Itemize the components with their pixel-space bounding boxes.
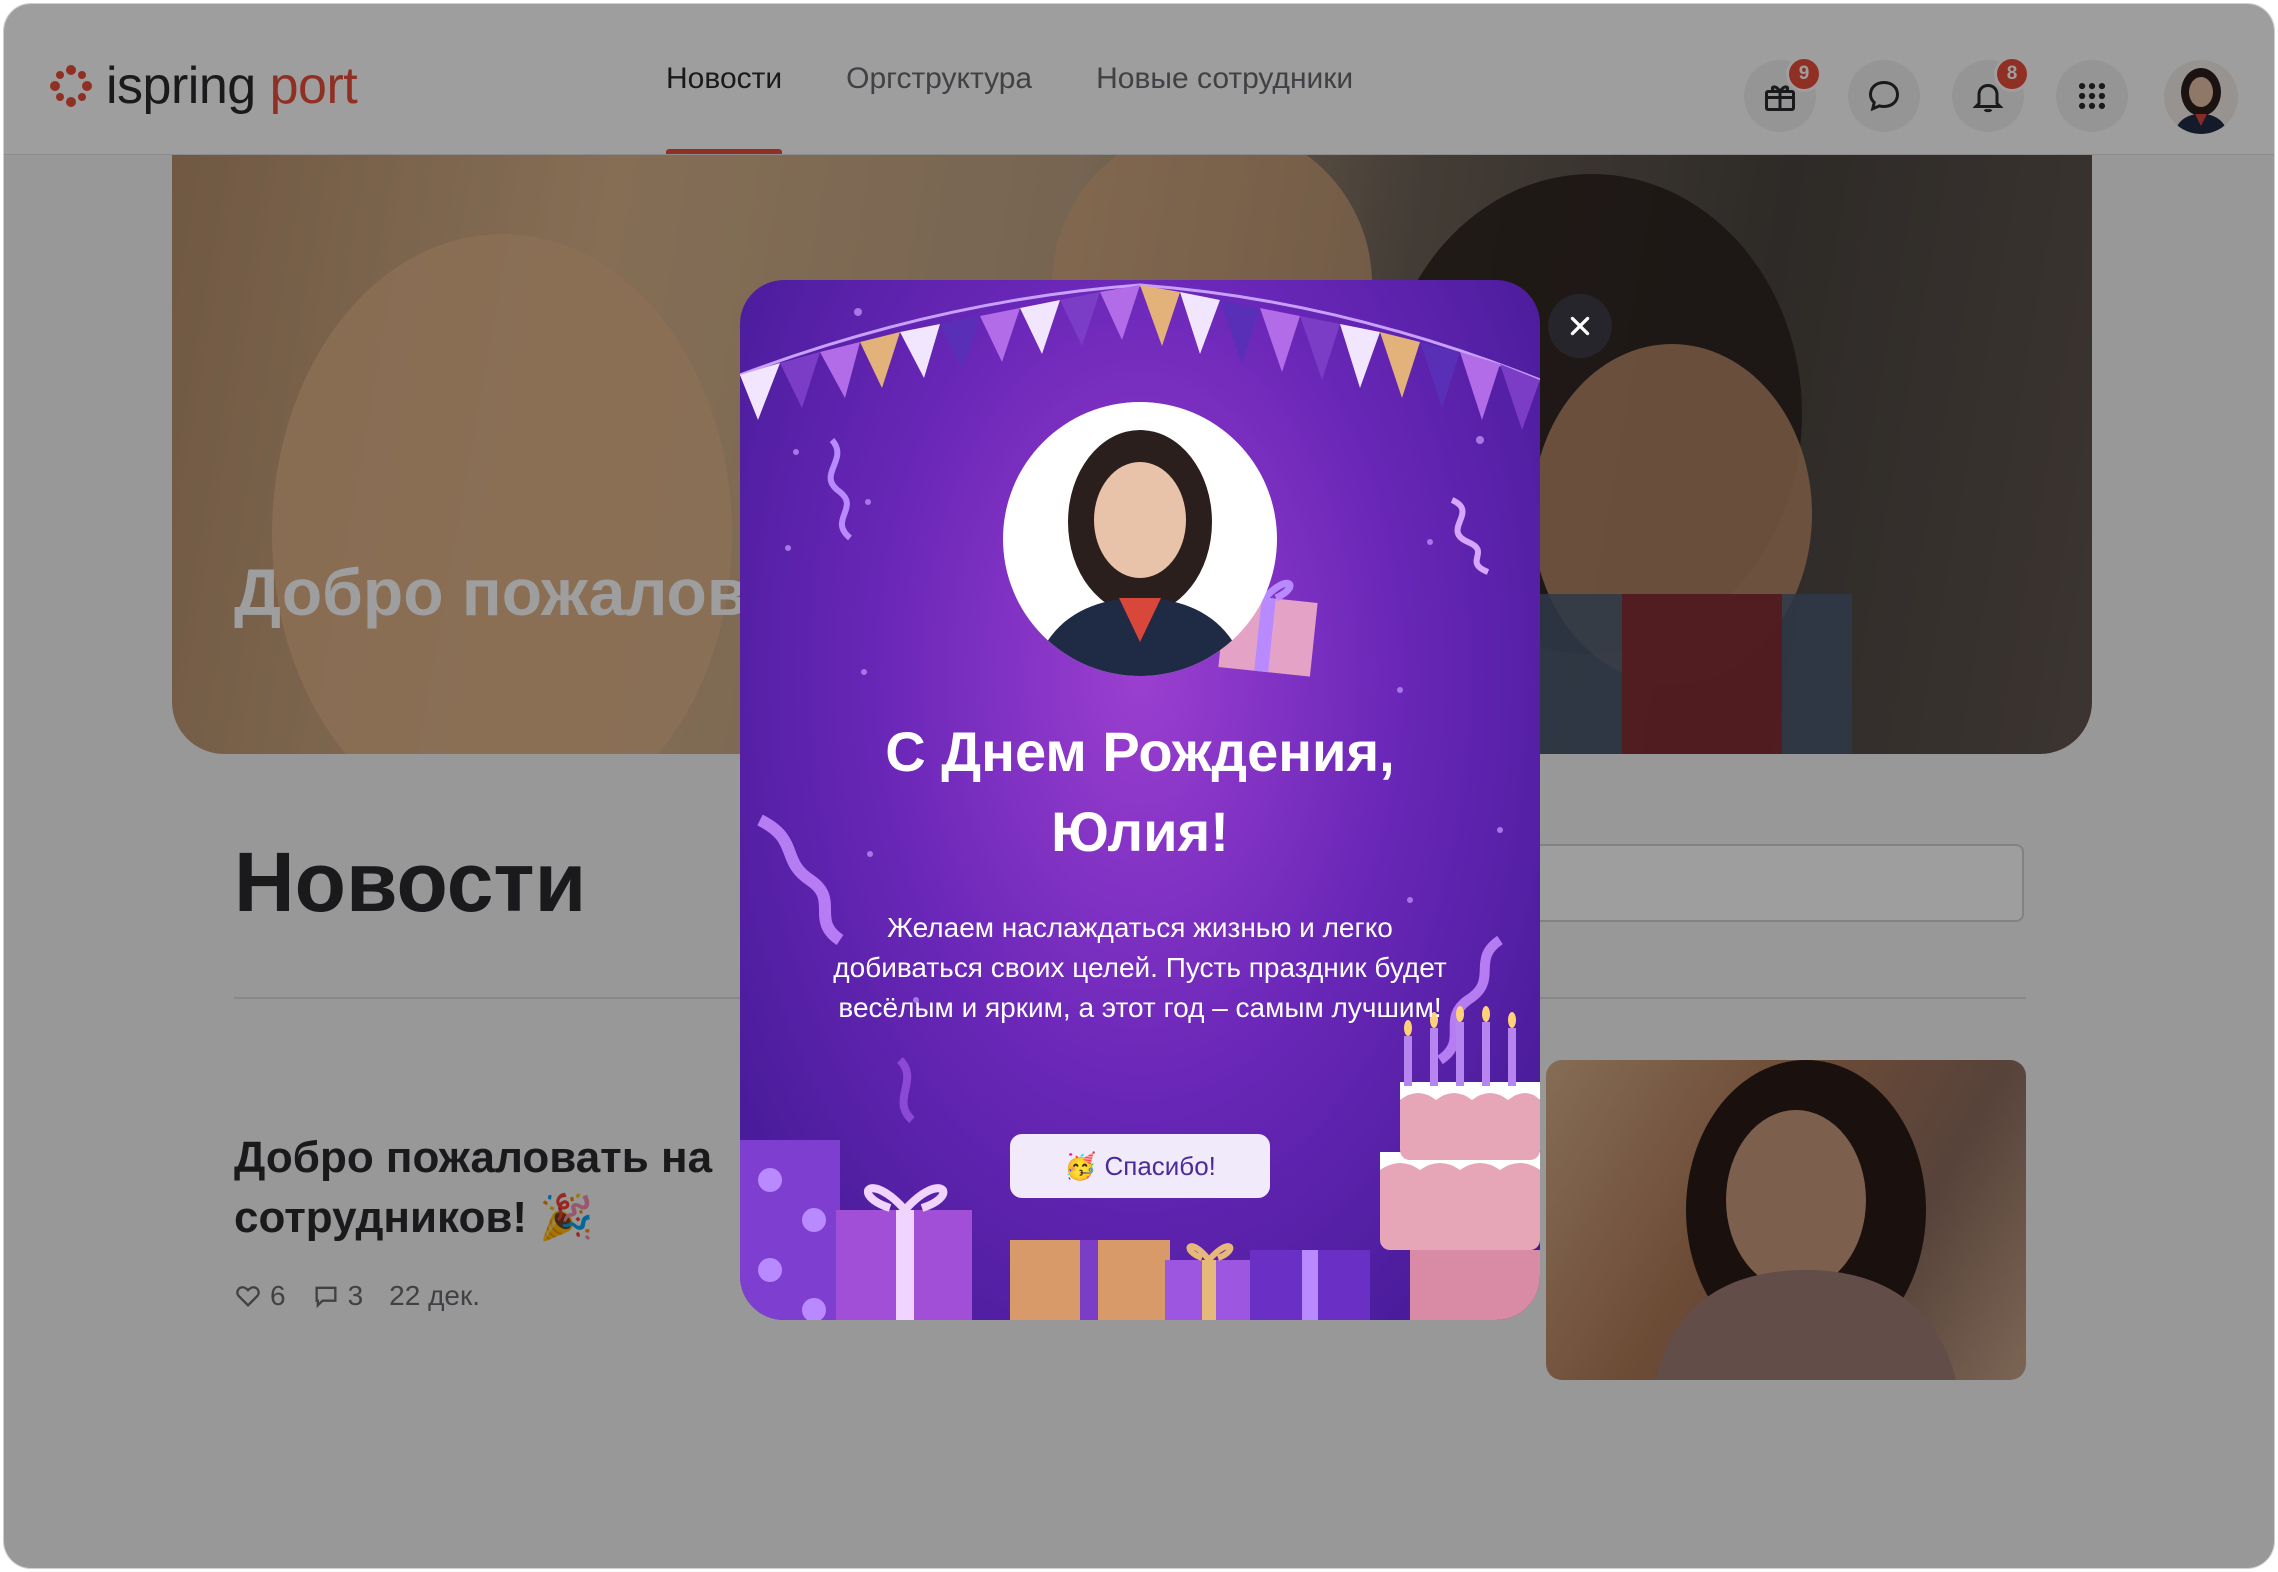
birthday-title: С Днем Рождения, Юлия! (740, 712, 1540, 872)
person-portrait (1033, 430, 1247, 676)
thanks-button[interactable]: 🥳 Спасибо! (1010, 1134, 1270, 1198)
birthday-modal: С Днем Рождения, Юлия! Желаем наслаждать… (740, 280, 1540, 1320)
thanks-button-label: Спасибо! (1104, 1150, 1216, 1181)
birthday-title-line-2: Юлия! (1051, 800, 1229, 863)
birthday-message: Желаем наслаждаться жизнью и легко добив… (833, 912, 1447, 1023)
party-face-icon: 🥳 (1064, 1150, 1097, 1181)
close-modal-button[interactable] (1548, 294, 1612, 358)
birthday-title-line-1: С Днем Рождения, (885, 720, 1395, 783)
close-icon (1570, 316, 1590, 336)
birthday-person-photo (1003, 402, 1277, 676)
